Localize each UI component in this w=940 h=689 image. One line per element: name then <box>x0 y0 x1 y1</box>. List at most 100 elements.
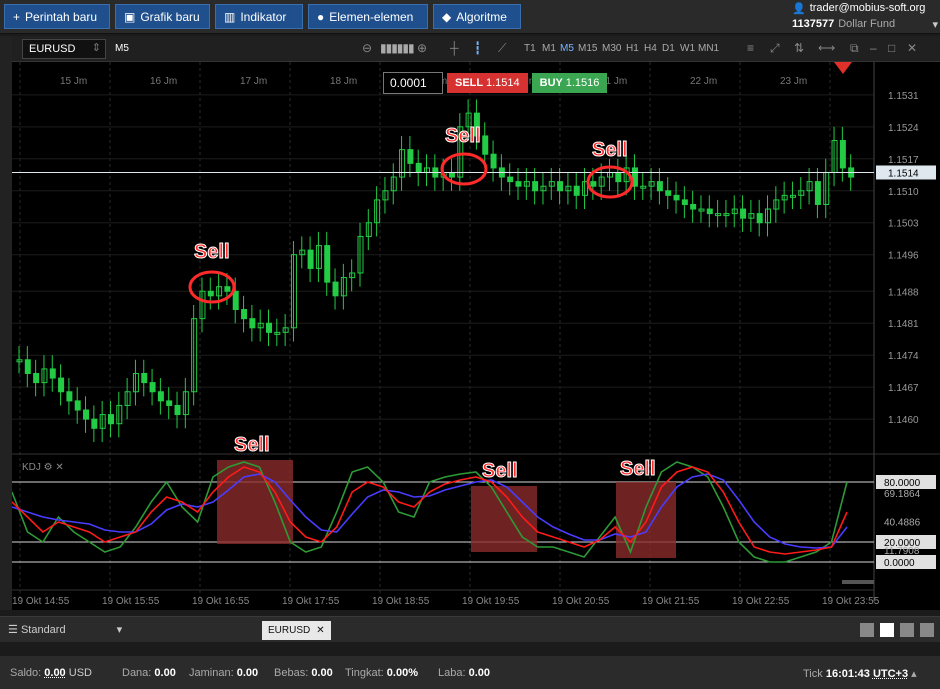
price-tick: 1.1488 <box>888 287 919 298</box>
close-icon[interactable]: ✕ <box>907 41 917 55</box>
candle <box>249 318 256 329</box>
indicator-level-label: 40.4886 <box>884 518 921 529</box>
time-tick: 19 Okt 22:55 <box>732 596 790 607</box>
candle-chart-icon[interactable]: ┇ <box>474 41 481 55</box>
diamond-icon: ◆ <box>442 9 452 24</box>
menu-icon: ☰ <box>8 624 18 636</box>
candle <box>332 281 339 297</box>
indicator-level-label: 0.0000 <box>884 558 915 569</box>
candle <box>149 382 156 393</box>
chevron-up-icon: ▴ <box>911 668 917 680</box>
detach-icon[interactable]: ⧉ <box>850 41 859 56</box>
indicator-button[interactable]: ▥ Indikator <box>215 4 303 29</box>
fib-icon[interactable]: ⇅ <box>794 41 804 55</box>
new-order-button[interactable]: + Perintah baru <box>4 4 110 29</box>
chevron-down-icon: ▾ <box>116 624 123 636</box>
bar-chart-icon[interactable]: ┼ <box>450 41 459 55</box>
candle <box>573 185 580 196</box>
time-tick: 19 Okt 14:55 <box>12 596 70 607</box>
sell-annotation: Sell <box>620 458 657 481</box>
candle <box>66 391 73 402</box>
scrollbar <box>842 580 874 584</box>
timeframe-m30[interactable]: M30 <box>602 43 621 54</box>
candle <box>241 309 248 320</box>
zoom-in-icon[interactable]: ⊕ <box>417 41 427 55</box>
candle <box>448 171 455 178</box>
date-label: 16 Jm <box>150 76 177 87</box>
quantity-input[interactable]: 0.0001 <box>383 72 443 94</box>
sell-button[interactable]: SELL 1.1514 <box>447 73 528 93</box>
candle <box>307 249 314 269</box>
price-tick: 1.1531 <box>888 91 919 102</box>
timeframe-m15[interactable]: M15 <box>578 43 597 54</box>
account-panel[interactable]: 👤 trader@mobius-soft.org 1137577 Dollar Fu… <box>792 0 938 34</box>
candle <box>232 290 239 311</box>
timeframe-h1[interactable]: H1 <box>626 43 639 54</box>
layout-select[interactable]: ☰ Standard ▾ <box>8 623 122 636</box>
price-tick: 1.1481 <box>888 319 919 330</box>
new-chart-button[interactable]: ▣ Grafik baru <box>115 4 210 29</box>
kdj-d-line <box>12 473 848 549</box>
candle <box>515 181 522 187</box>
layout-columns-icon[interactable] <box>900 623 914 637</box>
price-tick: 1.1503 <box>888 219 919 230</box>
hline-icon[interactable]: ⟷ <box>818 41 835 55</box>
zoom-out-icon[interactable]: ⊖ <box>362 41 372 55</box>
timeframe-m1[interactable]: M1 <box>542 43 556 54</box>
layout-grid-icon[interactable] <box>880 623 894 637</box>
minimize-icon[interactable]: – <box>870 41 877 55</box>
candle <box>157 391 164 402</box>
candle <box>415 162 422 173</box>
plus-icon: + <box>13 9 21 24</box>
timeframe-d1[interactable]: D1 <box>662 43 675 54</box>
layout-single-icon[interactable] <box>860 623 874 637</box>
indicator-icon[interactable]: ≡ <box>747 41 754 55</box>
draw-line-icon[interactable]: ⤢ <box>770 41 780 56</box>
timeframe-h4[interactable]: H4 <box>644 43 657 54</box>
date-label: 23 Jm <box>780 76 807 87</box>
price-tick: 1.1467 <box>888 383 919 394</box>
buy-button[interactable]: BUY 1.1516 <box>531 73 608 93</box>
timeframe-m5[interactable]: M5 <box>560 43 574 54</box>
timeframe-mn1[interactable]: MN1 <box>698 43 719 54</box>
current-price-label: 1.1514 <box>888 168 919 179</box>
candle <box>656 181 663 192</box>
date-label: 17 Jm <box>240 76 267 87</box>
time-tick: 19 Okt 23:55 <box>822 596 880 607</box>
tab-eurusd[interactable]: EURUSD ✕ <box>262 621 331 640</box>
time-tick: 19 Okt 17:55 <box>282 596 340 607</box>
maximize-icon[interactable]: □ <box>888 41 895 55</box>
price-tick: 1.1510 <box>888 187 919 198</box>
line-chart-icon[interactable]: ⟋ <box>498 41 506 56</box>
layout-split-icon[interactable] <box>920 623 934 637</box>
timeframe-t1[interactable]: T1 <box>524 43 536 54</box>
candle <box>207 290 214 297</box>
timeframe-w1[interactable]: W1 <box>680 43 695 54</box>
kdj-j-line <box>12 461 848 563</box>
symbol-select[interactable]: EURUSD ⇕ <box>22 39 106 59</box>
status-bar: Saldo: 0.00 USD Dana: 0.00 Jaminan: 0.00… <box>0 656 940 689</box>
user-icon: 👤 <box>792 2 806 15</box>
candle <box>33 372 40 384</box>
candle <box>532 181 539 192</box>
jaminan-status: Jaminan: 0.00 <box>189 667 259 679</box>
close-icon[interactable]: ✕ <box>316 625 324 636</box>
date-label: 18 Jm <box>330 76 357 87</box>
sell-zone <box>471 486 537 552</box>
candle <box>407 149 414 164</box>
layout-icons <box>860 623 934 637</box>
sell-annotation: Sell <box>592 139 629 162</box>
tingkat-status: Tingkat: 0.00% <box>345 667 418 679</box>
date-label: 15 Jm <box>60 76 87 87</box>
elements-button[interactable]: ● Elemen-elemen <box>308 4 428 29</box>
indicator-level-label: 80.0000 <box>884 478 921 489</box>
candle <box>324 245 331 283</box>
zoom-slider[interactable]: ▮▮▮▮▮▮ <box>380 41 415 55</box>
timeframe-label: M5 <box>115 43 129 54</box>
bebas-status: Bebas: 0.00 <box>274 667 333 679</box>
candle <box>681 199 688 205</box>
sell-zone <box>217 460 293 544</box>
laba-status: Laba: 0.00 <box>438 667 491 679</box>
algorithm-button[interactable]: ◆ Algoritme <box>433 4 521 29</box>
candle <box>615 171 622 183</box>
